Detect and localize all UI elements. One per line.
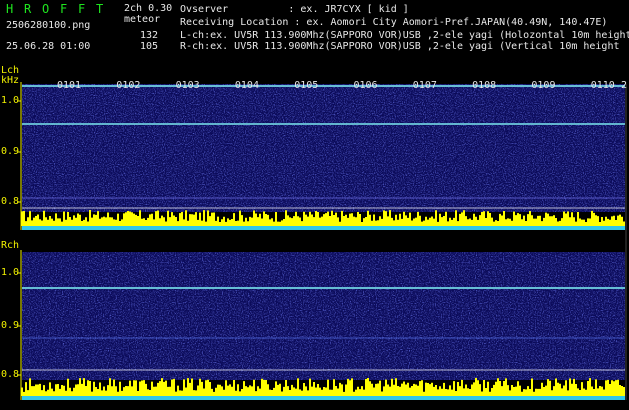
rch-level-baseline [22,396,626,400]
time-mark-label: 0105 [294,80,319,91]
rch-tick-label: 0.9 [1,320,20,331]
lch-tick-label: 0.8 [1,196,20,207]
rch-label: Rch [1,240,20,251]
lch-unit-label: kHz [1,75,20,86]
lch-tick-label: 1.0 [1,95,20,106]
time-mark-label: 0103 [175,80,200,91]
rch-tick-label: 1.0 [1,267,20,278]
time-mark-label: 0109 [531,80,556,91]
time-mark-label: 0107 [412,80,437,91]
time-mark-label: 0106 [353,80,378,91]
spectrogram-display [17,82,627,400]
lch-waterfall-noise [22,84,626,212]
time-mark-label: 0110 [590,80,615,91]
rch-tick-label: 0.8 [1,369,20,380]
time-mark-label: 0102 [116,80,141,91]
time-mark-label: 0104 [234,80,259,91]
lch-level-baseline [22,226,626,230]
time-mark-label: 0108 [472,80,497,91]
right-edge-marker [625,84,627,400]
lch-tick-label: 0.9 [1,146,20,157]
time-mark-end-label: 2 [621,80,628,91]
rch-waterfall-noise [22,252,626,380]
time-mark-label: 0101 [57,80,82,91]
